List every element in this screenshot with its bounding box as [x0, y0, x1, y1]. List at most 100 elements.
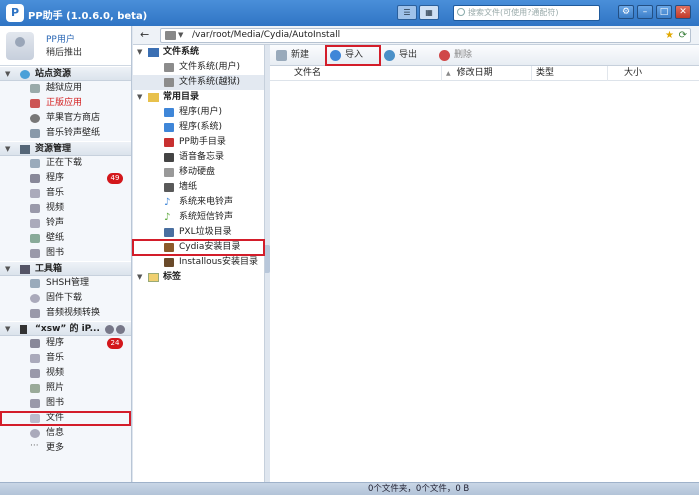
sidebar-item-label: 更多 [46, 443, 65, 453]
collapse-arrow-icon[interactable]: ▼ [5, 262, 10, 277]
sidebar-item-app-store[interactable]: 苹果官方商店 [0, 111, 131, 126]
section-device[interactable]: ▼ “xsw” 的 iP... [0, 321, 131, 336]
new-button[interactable]: 新建 [274, 48, 309, 63]
sidebar-item-ringtones[interactable]: 铃声 [0, 216, 131, 231]
tree-item-pp-dir[interactable]: PP助手目录 [133, 135, 264, 150]
maximize-button[interactable]: □ [656, 5, 672, 19]
path-input[interactable]: ▼ /var/root/Media/Cydia/AutoInstall ★ ⟳ [160, 28, 691, 43]
sidebar-item-video[interactable]: 视频 [0, 201, 131, 216]
device-eject-icon[interactable] [116, 325, 125, 334]
sidebar-item-device-messages[interactable]: 信息 [0, 426, 131, 441]
tree-item-mobile-disk[interactable]: 移动硬盘 [133, 165, 264, 180]
tree-item-installous[interactable]: Installous安装目录 [133, 255, 264, 270]
device-settings-icon[interactable] [105, 325, 114, 334]
sidebar-item-music[interactable]: 音乐 [0, 186, 131, 201]
status-bar: 0个文件夹，0个文件，0 B [0, 482, 699, 495]
sidebar-item-firmware[interactable]: 固件下载 [0, 291, 131, 306]
sidebar-item-label: 音乐铃声壁纸 [46, 128, 101, 138]
wallpaper-icon [30, 234, 40, 243]
tag-icon [148, 273, 159, 282]
collapse-arrow-icon[interactable]: ▼ [137, 270, 142, 285]
folder-icon [20, 145, 30, 154]
sidebar-item-label: 音乐 [46, 188, 65, 198]
sidebar-item-device-books[interactable]: 图书 [0, 396, 131, 411]
section-toolbox[interactable]: ▼ 工具箱 [0, 261, 131, 276]
search-input[interactable]: 搜索文件(可使用?通配符) [453, 5, 600, 21]
sidebar-item-label: 照片 [46, 383, 65, 393]
sidebar-item-device-more[interactable]: ··· 更多 [0, 441, 131, 456]
grid-view-toggle[interactable]: ▦ [419, 5, 439, 20]
section-resource-management[interactable]: ▼ 资源管理 [0, 141, 131, 156]
column-header-size[interactable]: 大小 [608, 66, 699, 81]
tree-item-sms-ringtone[interactable]: ♪ 系统短信铃声 [133, 210, 264, 225]
sidebar-item-genuine-apps[interactable]: 正版应用 [0, 96, 131, 111]
title-bar: P PP助手 (1.0.6.0, beta) ☰ ▦ 搜索文件(可使用?通配符)… [0, 0, 699, 26]
file-list[interactable] [270, 81, 699, 482]
list-view-toggle[interactable]: ☰ [397, 5, 417, 20]
app-title: PP助手 (1.0.6.0, beta) [28, 11, 148, 22]
refresh-icon[interactable]: ⟳ [679, 29, 687, 42]
tree-item-apps-system[interactable]: 程序(系统) [133, 120, 264, 135]
collapse-arrow-icon[interactable]: ▼ [5, 322, 10, 337]
message-icon [30, 429, 40, 438]
sidebar-item-label: 音乐 [46, 353, 65, 363]
tree-item-cydia-install[interactable]: Cydia安装目录 [132, 239, 265, 256]
grid-view-icon: ▦ [425, 8, 433, 17]
tree-group-filesystem[interactable]: ▼ 文件系统 [133, 45, 264, 60]
sidebar-item-apps[interactable]: 程序 49 [0, 171, 131, 186]
delete-button[interactable]: 删除 [437, 48, 472, 63]
section-site-resources[interactable]: ▼ 站点资源 [0, 66, 131, 81]
sidebar-item-device-photos[interactable]: 照片 [0, 381, 131, 396]
tree-item-fs-user[interactable]: 文件系统(用户) [133, 60, 264, 75]
sidebar-item-device-apps[interactable]: 程序 24 [0, 336, 131, 351]
column-header-date[interactable]: ▲ 修改日期 [442, 66, 532, 81]
sidebar-item-shsh[interactable]: SHSH管理 [0, 276, 131, 291]
apps-icon [164, 108, 174, 117]
chevron-down-icon[interactable]: ▼ [178, 29, 183, 42]
user-name[interactable]: PP用户 [46, 32, 75, 45]
collapse-arrow-icon[interactable]: ▼ [5, 67, 10, 82]
back-arrow-icon[interactable]: ← [140, 28, 149, 41]
disk-icon [164, 168, 174, 177]
tree-item-label: 程序(用户) [179, 107, 223, 117]
tree-item-pxl-trash[interactable]: PXL垃圾目录 [133, 225, 264, 240]
file-list-header: 文件名 ▲ 修改日期 类型 大小 [270, 66, 699, 81]
import-icon [330, 50, 341, 61]
column-header-type[interactable]: 类型 [532, 66, 608, 81]
export-button[interactable]: 导出 [382, 48, 417, 63]
sidebar-item-label: 苹果官方商店 [46, 113, 101, 123]
column-header-name[interactable]: 文件名 [270, 66, 442, 81]
tree-group-tags[interactable]: ▼ 标签 [133, 270, 264, 285]
video-icon [30, 369, 40, 378]
sidebar-item-wallpaper[interactable]: 壁纸 [0, 231, 131, 246]
tree-item-apps-user[interactable]: 程序(用户) [133, 105, 264, 120]
tree-item-label: Installous安装目录 [179, 257, 258, 267]
favorite-star-icon[interactable]: ★ [665, 29, 674, 42]
sidebar-item-downloading[interactable]: 正在下载 [0, 156, 131, 171]
tree-item-voice-memos[interactable]: 语音备忘录 [133, 150, 264, 165]
sidebar-item-jailbreak-apps[interactable]: 越狱应用 [0, 81, 131, 96]
settings-button[interactable]: ⚙ [618, 5, 634, 19]
globe-icon [20, 70, 30, 79]
collapse-arrow-icon[interactable]: ▼ [5, 142, 10, 157]
import-button[interactable]: 导入 [325, 45, 381, 66]
close-button[interactable]: ✕ [675, 5, 691, 19]
collapse-arrow-icon[interactable]: ▼ [137, 90, 142, 105]
section-title: 站点资源 [35, 69, 72, 79]
sidebar-item-av-convert[interactable]: 音频视频转换 [0, 306, 131, 321]
sidebar-item-device-music[interactable]: 音乐 [0, 351, 131, 366]
tree-item-sys-ringtone[interactable]: ♪ 系统来电铃声 [133, 195, 264, 210]
sidebar-item-device-files[interactable]: 文件 [0, 411, 131, 426]
collapse-arrow-icon[interactable]: ▼ [137, 45, 142, 60]
sidebar-item-music-ringtones[interactable]: 音乐铃声壁纸 [0, 126, 131, 141]
minimize-button[interactable]: – [637, 5, 653, 19]
tree-item-fs-jailbreak[interactable]: 文件系统(越狱) [133, 75, 264, 90]
sidebar-item-books[interactable]: 图书 [0, 246, 131, 261]
tree-item-label: 语音备忘录 [179, 152, 225, 162]
tree-item-wallpaper[interactable]: 墙纸 [133, 180, 264, 195]
tree-group-common[interactable]: ▼ 常用目录 [133, 90, 264, 105]
tree-item-label: 系统来电铃声 [179, 197, 234, 207]
sidebar-item-device-video[interactable]: 视频 [0, 366, 131, 381]
sidebar-item-label: 程序 [46, 173, 65, 183]
avatar[interactable] [6, 32, 34, 60]
